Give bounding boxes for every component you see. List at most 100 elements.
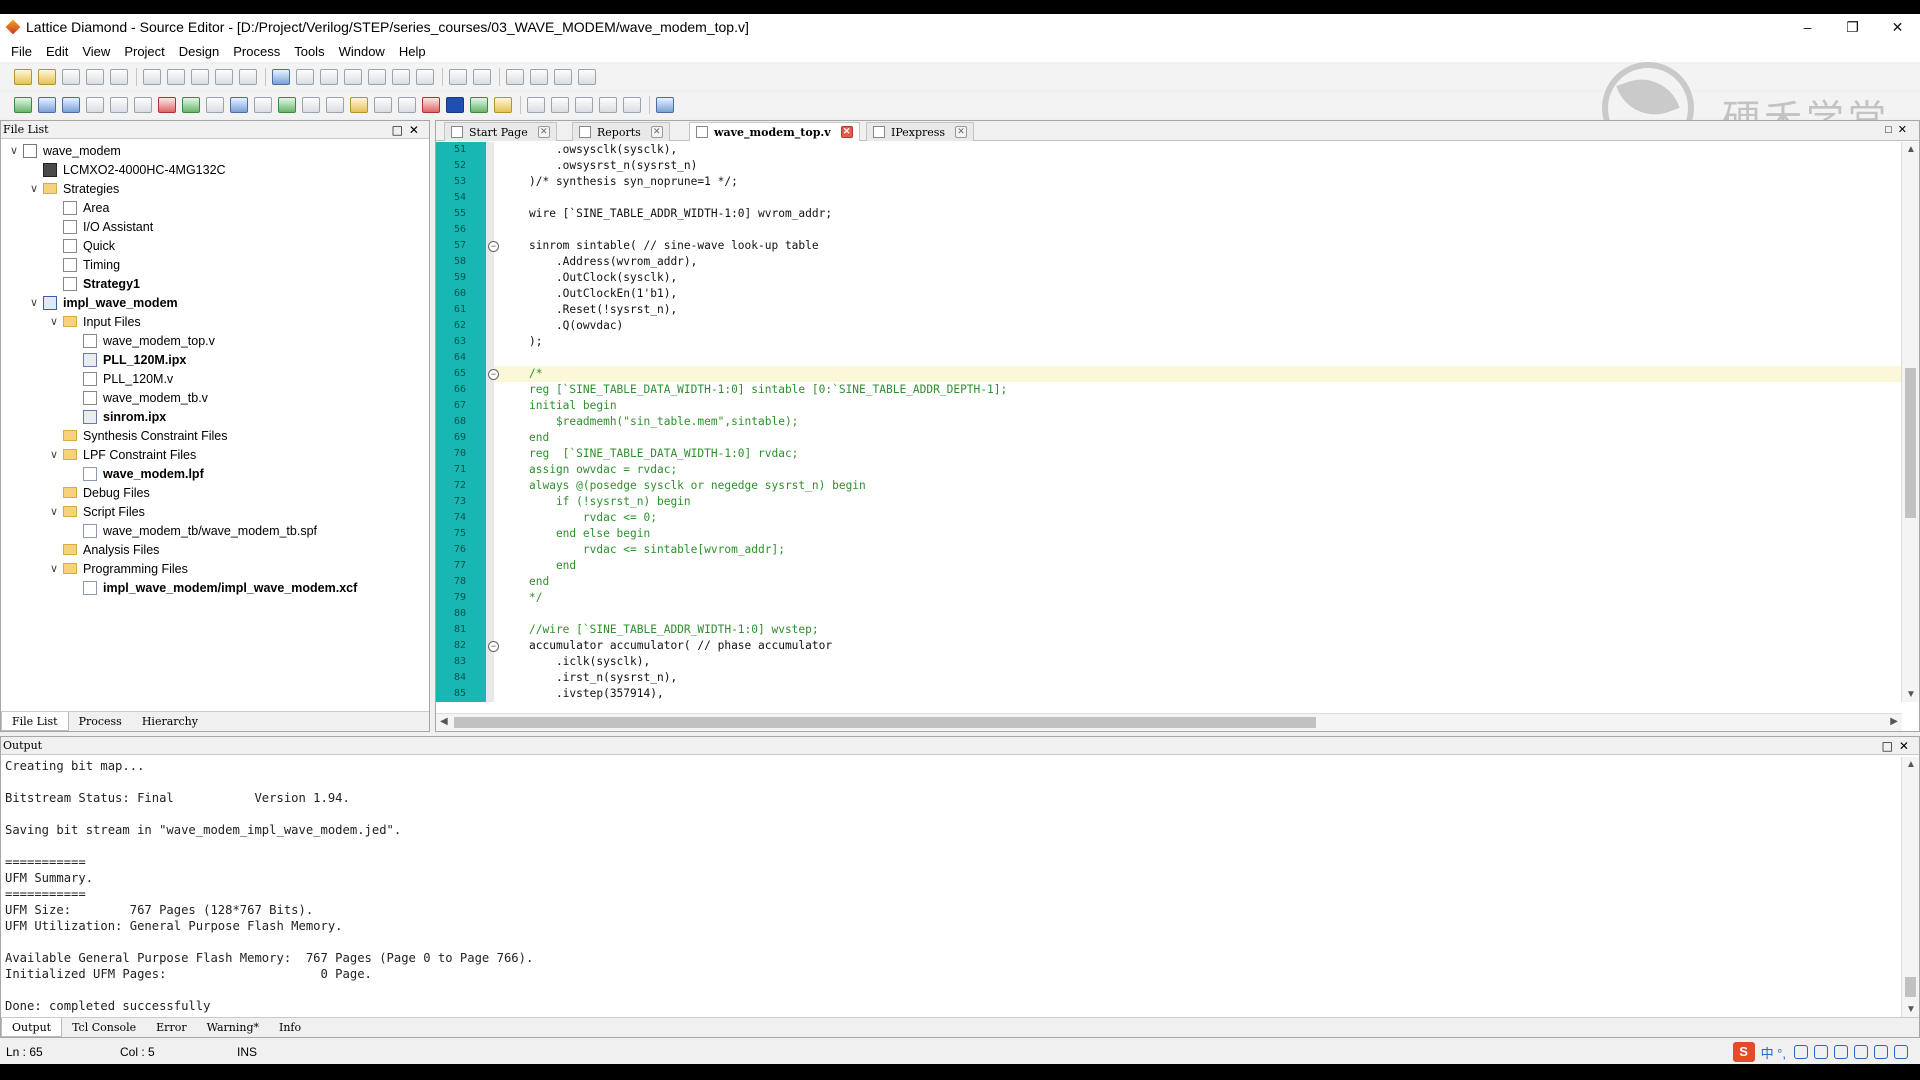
tree-item[interactable]: PLL_120M.v <box>67 369 173 388</box>
scroll-down-icon[interactable]: ▼ <box>1906 1004 1916 1015</box>
tree-item[interactable]: PLL_120M.ipx <box>67 350 186 369</box>
tree-item[interactable]: impl_wave_modem/impl_wave_modem.xcf <box>67 578 357 597</box>
iotiming-icon[interactable] <box>326 97 344 113</box>
layout-icon[interactable] <box>473 69 491 85</box>
view-left-icon[interactable] <box>527 97 545 113</box>
tab-tcl-console[interactable]: Tcl Console <box>62 1018 146 1037</box>
code-line[interactable]: sinrom sintable( // sine-wave look-up ta… <box>529 239 819 252</box>
code-line[interactable]: .Reset(!sysrst_n), <box>529 303 677 316</box>
code-line[interactable]: reg [`SINE_TABLE_DATA_WIDTH-1:0] rvdac; <box>529 447 798 460</box>
code-line[interactable]: ); <box>529 335 542 348</box>
tree-item[interactable]: ∨ impl_wave_modem <box>27 293 178 312</box>
menu-help[interactable]: Help <box>392 44 433 59</box>
paste-icon[interactable] <box>239 69 257 85</box>
code-area[interactable]: 51 .owsysclk(sysclk), 52 .owsysrst_n(sysr… <box>436 142 1902 702</box>
expand-toggle-icon[interactable]: ∨ <box>47 562 61 575</box>
code-line[interactable]: end <box>529 431 549 444</box>
find-in-files-icon[interactable] <box>296 69 314 85</box>
power-calculator-icon[interactable] <box>158 97 176 113</box>
code-line[interactable]: .ivstep(357914), <box>529 687 664 700</box>
save-icon[interactable] <box>62 69 80 85</box>
synthesize-icon[interactable] <box>14 97 32 113</box>
code-line[interactable]: initial begin <box>529 399 617 412</box>
view-right-icon[interactable] <box>575 97 593 113</box>
settings-icon[interactable] <box>470 97 488 113</box>
editor-vertical-scrollbar[interactable]: ▲ ▼ <box>1901 142 1919 702</box>
expand-toggle-icon[interactable]: ∨ <box>27 182 41 195</box>
panel-controls[interactable]: □✕ <box>392 121 425 139</box>
code-line[interactable]: end else begin <box>529 527 650 540</box>
panel-controls[interactable]: □✕ <box>1882 737 1915 755</box>
globe-help-icon[interactable] <box>656 97 674 113</box>
keyboard-icon[interactable] <box>1834 1045 1848 1059</box>
fold-toggle-icon[interactable]: − <box>488 241 499 252</box>
tab-wave-modem-top[interactable]: wave_modem_top.v ✕ <box>689 122 860 141</box>
user-icon[interactable] <box>1854 1045 1868 1059</box>
tree-item[interactable]: wave_modem.lpf <box>67 464 204 483</box>
expand-toggle-icon[interactable]: ∨ <box>47 315 61 328</box>
code-line[interactable]: .iclk(sysclk), <box>529 655 650 668</box>
code-line[interactable]: .owsysrst_n(sysrst_n) <box>529 159 697 172</box>
tab-process[interactable]: Process <box>69 712 132 731</box>
view-grid-icon[interactable] <box>623 97 641 113</box>
tree-item[interactable]: Quick <box>47 236 115 255</box>
close-button[interactable]: ✕ <box>1875 14 1920 40</box>
new-file-icon[interactable] <box>14 69 32 85</box>
minimize-button[interactable]: – <box>1785 14 1830 40</box>
tree-item[interactable]: ∨ LPF Constraint Files <box>47 445 196 464</box>
code-line[interactable]: */ <box>529 591 542 604</box>
code-line[interactable]: accumulator accumulator( // phase accumu… <box>529 639 832 652</box>
menu-design[interactable]: Design <box>172 44 226 59</box>
ime-mode-text[interactable]: 中 °, <box>1761 1043 1786 1062</box>
tree-item[interactable]: Synthesis Constraint Files <box>47 426 228 445</box>
zoom-area-icon[interactable] <box>416 69 434 85</box>
close-tab-icon[interactable]: ✕ <box>537 126 550 138</box>
tab-info[interactable]: Info <box>269 1018 311 1037</box>
properties-icon[interactable] <box>449 69 467 85</box>
clarity-designer-icon[interactable] <box>254 97 272 113</box>
menu-project[interactable]: Project <box>117 44 171 59</box>
grid-icon[interactable] <box>1894 1045 1908 1059</box>
find-icon[interactable] <box>272 69 290 85</box>
tree-item[interactable]: ∨ Script Files <box>47 502 145 521</box>
tree-item[interactable]: ∨ Input Files <box>47 312 141 331</box>
step-icon[interactable] <box>530 69 548 85</box>
tab-file-list[interactable]: File List <box>1 712 69 731</box>
reveal-analyzer-icon[interactable] <box>206 97 224 113</box>
open-folder-icon[interactable] <box>38 69 56 85</box>
tree-item[interactable]: wave_modem_tb.v <box>67 388 208 407</box>
programmer-icon[interactable] <box>350 97 368 113</box>
tree-item[interactable]: ∨ Programming Files <box>47 559 188 578</box>
redo-icon[interactable] <box>167 69 185 85</box>
menu-tools[interactable]: Tools <box>287 44 331 59</box>
scroll-down-icon[interactable]: ▼ <box>1906 689 1916 700</box>
tab-ipexpress[interactable]: IPexpress ✕ <box>866 122 975 141</box>
scroll-up-icon[interactable]: ▲ <box>1906 144 1916 155</box>
tree-item[interactable]: Analysis Files <box>47 540 159 559</box>
run-icon[interactable] <box>506 69 524 85</box>
scroll-thumb[interactable] <box>1905 977 1916 997</box>
menu-edit[interactable]: Edit <box>39 44 75 59</box>
tab-start-page[interactable]: Start Page ✕ <box>444 122 557 141</box>
menu-view[interactable]: View <box>75 44 117 59</box>
undo-icon[interactable] <box>143 69 161 85</box>
tree-item[interactable]: wave_modem_top.v <box>67 331 215 350</box>
editor-horizontal-scrollbar[interactable]: ◀ ▶ <box>436 713 1902 731</box>
pencil-icon[interactable] <box>494 97 512 113</box>
search-icon[interactable] <box>398 97 416 113</box>
ipexpress-icon[interactable] <box>230 97 248 113</box>
code-line[interactable]: end <box>529 575 549 588</box>
replace-icon[interactable] <box>320 69 338 85</box>
editor-panel-controls[interactable]: □✕ <box>1885 123 1913 136</box>
code-line[interactable]: always @(posedge sysclk or negedge sysrs… <box>529 479 866 492</box>
scroll-thumb[interactable] <box>454 717 1316 728</box>
ecoeditor-icon[interactable] <box>302 97 320 113</box>
cut-icon[interactable] <box>191 69 209 85</box>
close-tab-icon[interactable]: ✕ <box>650 126 663 138</box>
timing-analysis-icon[interactable] <box>134 97 152 113</box>
fold-toggle-icon[interactable]: − <box>488 641 499 652</box>
emoji-icon[interactable] <box>1794 1045 1808 1059</box>
save-all-icon[interactable] <box>86 69 104 85</box>
code-line[interactable]: .Address(wvrom_addr), <box>529 255 697 268</box>
code-line[interactable]: .OutClockEn(1'b1), <box>529 287 677 300</box>
